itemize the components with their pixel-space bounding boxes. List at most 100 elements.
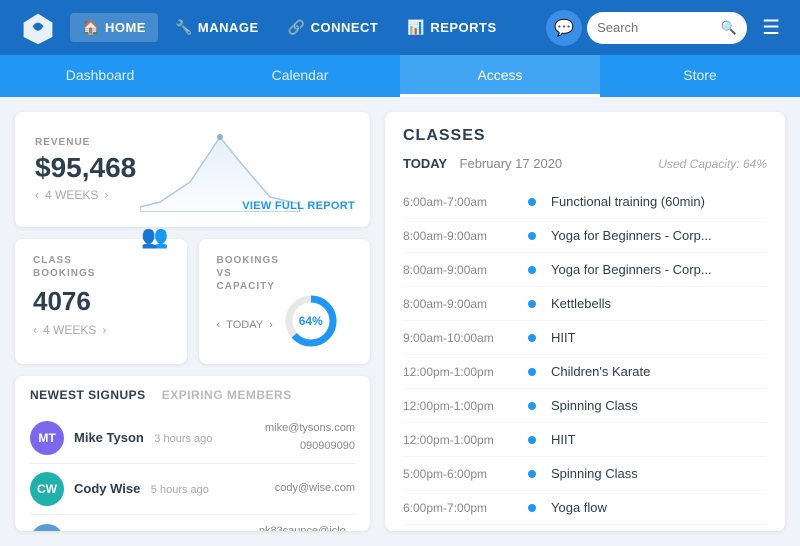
class-time: 12:00pm-1:00pm bbox=[403, 365, 513, 379]
class-dot bbox=[528, 470, 536, 478]
class-time: 6:00pm-7:00pm bbox=[403, 501, 513, 515]
class-time: 9:00am-10:00am bbox=[403, 331, 513, 345]
signups-header: NEWEST SIGNUPS EXPIRING MEMBERS bbox=[30, 388, 355, 402]
search-input[interactable] bbox=[597, 20, 715, 35]
sub-nav: Dashboard Calendar Access Store bbox=[0, 55, 800, 97]
prev-arrow[interactable]: ‹ bbox=[217, 319, 221, 331]
prev-arrow[interactable]: ‹ bbox=[35, 188, 39, 202]
class-name: HIIT bbox=[551, 432, 576, 447]
logo[interactable] bbox=[10, 10, 65, 46]
class-time: 5:00pm-6:00pm bbox=[403, 467, 513, 481]
class-dot bbox=[528, 198, 536, 206]
capacity-percentage: 64% bbox=[299, 314, 323, 328]
chat-icon: 💬 bbox=[554, 18, 574, 38]
nav-manage[interactable]: 🔧 MANAGE bbox=[163, 13, 271, 42]
signup-info: Mike Tyson 3 hours ago bbox=[74, 429, 255, 447]
newest-signups-tab[interactable]: NEWEST SIGNUPS bbox=[30, 388, 146, 402]
classes-date-row: TODAY February 17 2020 Used Capacity: 64… bbox=[403, 155, 767, 173]
classes-date-label: TODAY February 17 2020 bbox=[403, 155, 562, 173]
signups-section: NEWEST SIGNUPS EXPIRING MEMBERS MT Mike … bbox=[15, 376, 370, 531]
left-panel: REVENUE $95,468 ‹ 4 WEEKS › bbox=[15, 112, 370, 531]
class-name: Spinning Class bbox=[551, 466, 638, 481]
revenue-period-nav[interactable]: ‹ 4 WEEKS › bbox=[35, 188, 136, 202]
class-dot bbox=[528, 436, 536, 444]
class-row[interactable]: 12:00pm-1:00pm Children's Karate bbox=[403, 355, 767, 389]
revenue-period: 4 WEEKS bbox=[45, 188, 98, 202]
class-row[interactable]: 9:00am-10:00am HIIT bbox=[403, 321, 767, 355]
class-row[interactable]: 8:00am-9:00am Yoga for Beginners - Corp.… bbox=[403, 253, 767, 287]
today-label: TODAY bbox=[403, 156, 447, 171]
tab-access[interactable]: Access bbox=[400, 55, 600, 97]
capacity-label: BOOKINGSVSCAPACITY bbox=[217, 254, 353, 293]
class-row[interactable]: 12:00pm-1:00pm HIIT bbox=[403, 423, 767, 457]
tab-dashboard[interactable]: Dashboard bbox=[0, 55, 200, 97]
expiring-members-tab[interactable]: EXPIRING MEMBERS bbox=[162, 388, 292, 402]
next-arrow[interactable]: › bbox=[104, 188, 108, 202]
stats-row: CLASSBOOKINGS 👥 4076 ‹ 4 WEEKS › BOOKING… bbox=[15, 239, 370, 364]
class-dot bbox=[528, 266, 536, 274]
signup-item: MT Mike Tyson 3 hours ago mike@tysons.co… bbox=[30, 412, 355, 464]
class-name: Yoga for Beginners - Corp... bbox=[551, 262, 712, 277]
class-name: Spinning Class bbox=[551, 398, 638, 413]
hamburger-button[interactable]: ☰ bbox=[752, 9, 790, 46]
class-dot bbox=[528, 300, 536, 308]
bookings-label: CLASSBOOKINGS bbox=[33, 254, 95, 280]
class-time: 6:00am-7:00am bbox=[403, 195, 513, 209]
member-time: 5 hours ago bbox=[151, 484, 209, 496]
capacity-donut: 64% bbox=[283, 293, 339, 349]
nav-reports[interactable]: 📊 REPORTS bbox=[395, 13, 508, 42]
class-dot bbox=[528, 334, 536, 342]
class-row[interactable]: 8:00am-9:00am Kettlebells bbox=[403, 287, 767, 321]
bookings-period-nav[interactable]: ‹ 4 WEEKS › bbox=[33, 323, 169, 337]
class-name: Yoga for Beginners - Corp... bbox=[551, 228, 712, 243]
tab-calendar[interactable]: Calendar bbox=[200, 55, 400, 97]
manage-icon: 🔧 bbox=[175, 19, 193, 36]
search-icon: 🔍 bbox=[721, 20, 737, 36]
used-capacity-label: Used Capacity: 64% bbox=[658, 157, 767, 171]
class-name: HIIT bbox=[551, 330, 576, 345]
capacity-period-nav[interactable]: ‹ TODAY › bbox=[217, 319, 273, 331]
revenue-card: REVENUE $95,468 ‹ 4 WEEKS › bbox=[15, 112, 370, 227]
bookings-value: 4076 bbox=[33, 286, 169, 317]
nav-connect[interactable]: 🔗 CONNECT bbox=[276, 13, 391, 42]
member-contact: mike@tysons.com090909090 bbox=[265, 420, 355, 455]
member-contact: cody@wise.com bbox=[275, 480, 355, 498]
tab-store[interactable]: Store bbox=[600, 55, 800, 97]
prev-arrow[interactable]: ‹ bbox=[33, 323, 37, 337]
class-name: Children's Karate bbox=[551, 364, 650, 379]
class-row[interactable]: 6:00am-7:00am Functional training (60min… bbox=[403, 185, 767, 219]
top-nav: 🏠 HOME 🔧 MANAGE 🔗 CONNECT 📊 REPORTS 💬 🔍 … bbox=[0, 0, 800, 55]
view-full-report-link[interactable]: VIEW FULL REPORT bbox=[242, 200, 355, 212]
avatar: AC bbox=[30, 524, 64, 531]
class-row[interactable]: 12:00pm-1:00pm Spinning Class bbox=[403, 389, 767, 423]
bookings-capacity-card: BOOKINGSVSCAPACITY ‹ TODAY › 64% bbox=[199, 239, 371, 364]
class-dot bbox=[528, 504, 536, 512]
class-row[interactable]: 8:00am-9:00am Yoga for Beginners - Corp.… bbox=[403, 219, 767, 253]
class-time: 12:00pm-1:00pm bbox=[403, 433, 513, 447]
capacity-period: TODAY bbox=[226, 319, 263, 331]
bookings-period: 4 WEEKS bbox=[43, 323, 96, 337]
class-name: Functional training (60min) bbox=[551, 194, 705, 209]
class-row[interactable]: 8:00pm-9:00pm Weightlifting bbox=[403, 525, 767, 531]
connect-icon: 🔗 bbox=[288, 19, 306, 36]
nav-home[interactable]: 🏠 HOME bbox=[70, 13, 158, 42]
class-time: 8:00am-9:00am bbox=[403, 297, 513, 311]
class-row[interactable]: 5:00pm-6:00pm Spinning Class bbox=[403, 457, 767, 491]
signup-info: Cody Wise 5 hours ago bbox=[74, 480, 265, 498]
class-dot bbox=[528, 368, 536, 376]
class-row[interactable]: 6:00pm-7:00pm Yoga flow bbox=[403, 491, 767, 525]
next-arrow[interactable]: › bbox=[269, 319, 273, 331]
classes-date: February 17 2020 bbox=[460, 156, 563, 171]
class-list: 6:00am-7:00am Functional training (60min… bbox=[403, 185, 767, 531]
signup-item: AC Ava Caunce a day ago pk83caunce@iclo.… bbox=[30, 515, 355, 531]
class-time: 8:00am-9:00am bbox=[403, 263, 513, 277]
revenue-amount: $95,468 bbox=[35, 152, 136, 184]
menu-icon: ☰ bbox=[762, 17, 780, 39]
search-box[interactable]: 🔍 bbox=[587, 12, 747, 44]
chat-button[interactable]: 💬 bbox=[546, 10, 582, 46]
class-bookings-card: CLASSBOOKINGS 👥 4076 ‹ 4 WEEKS › bbox=[15, 239, 187, 364]
next-arrow[interactable]: › bbox=[102, 323, 106, 337]
member-name: Cody Wise bbox=[74, 481, 140, 496]
people-icon: 👥 bbox=[141, 224, 168, 250]
class-name: Yoga flow bbox=[551, 500, 607, 515]
